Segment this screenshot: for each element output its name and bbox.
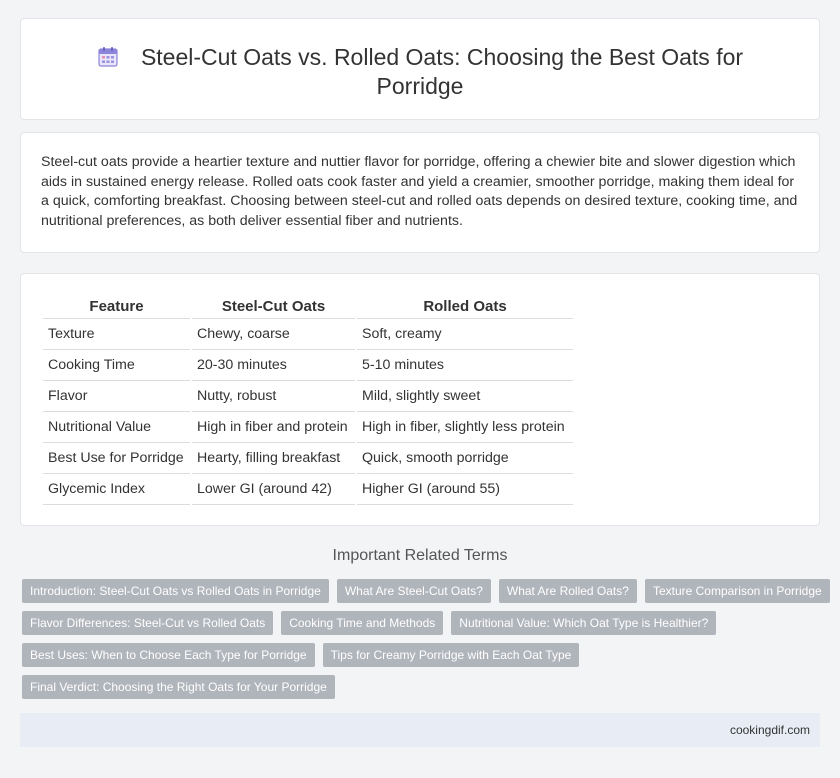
related-term-tag[interactable]: Tips for Creamy Porridge with Each Oat T…: [322, 643, 580, 667]
header-card: Steel-Cut Oats vs. Rolled Oats: Choosing…: [20, 18, 820, 120]
table-cell: Best Use for Porridge: [43, 442, 191, 474]
table-cell: Nutritional Value: [43, 411, 191, 443]
table-cell: High in fiber and protein: [190, 411, 356, 443]
page-title: Steel-Cut Oats vs. Rolled Oats: Choosing…: [80, 43, 760, 101]
footer-site-link[interactable]: cookingdif.com: [730, 723, 810, 737]
table-cell: Lower GI (around 42): [190, 473, 356, 505]
table-cell: Mild, slightly sweet: [355, 380, 573, 412]
table-row: Best Use for Porridge Hearty, filling br…: [43, 442, 573, 474]
table-row: Glycemic Index Lower GI (around 42) High…: [43, 473, 573, 505]
intro-card: Steel-cut oats provide a heartier textur…: [20, 132, 820, 253]
table-row: Cooking Time 20-30 minutes 5-10 minutes: [43, 349, 573, 381]
related-term-tag[interactable]: Cooking Time and Methods: [281, 611, 444, 635]
table-row: Texture Chewy, coarse Soft, creamy: [43, 318, 573, 350]
intro-paragraph: Steel-cut oats provide a heartier textur…: [41, 154, 798, 229]
table-header-row: Feature Steel-Cut Oats Rolled Oats: [43, 296, 573, 319]
related-term-tag[interactable]: Final Verdict: Choosing the Right Oats f…: [22, 675, 335, 699]
header-feature: Feature: [43, 296, 191, 319]
related-term-tag[interactable]: Best Uses: When to Choose Each Type for …: [22, 643, 315, 667]
table-row: Flavor Nutty, robust Mild, slightly swee…: [43, 380, 573, 412]
related-term-tag[interactable]: Flavor Differences: Steel-Cut vs Rolled …: [22, 611, 274, 635]
page-title-text: Steel-Cut Oats vs. Rolled Oats: Choosing…: [140, 44, 744, 99]
footer: cookingdif.com: [20, 713, 820, 747]
table-cell: Quick, smooth porridge: [355, 442, 573, 474]
related-term-tag[interactable]: What Are Steel-Cut Oats?: [336, 579, 491, 603]
tag-row: Introduction: Steel-Cut Oats vs Rolled O…: [22, 579, 830, 603]
table-cell: 5-10 minutes: [355, 349, 573, 381]
comparison-card: Feature Steel-Cut Oats Rolled Oats Textu…: [20, 273, 820, 526]
related-terms-tags: Introduction: Steel-Cut Oats vs Rolled O…: [22, 579, 830, 707]
related-term-tag[interactable]: What Are Rolled Oats?: [498, 579, 637, 603]
table-cell: Cooking Time: [43, 349, 191, 381]
header-rolled: Rolled Oats: [355, 296, 573, 319]
table-cell: Flavor: [43, 380, 191, 412]
table-cell: Hearty, filling breakfast: [190, 442, 356, 474]
related-term-tag[interactable]: Introduction: Steel-Cut Oats vs Rolled O…: [22, 579, 329, 603]
tag-row: Final Verdict: Choosing the Right Oats f…: [22, 675, 822, 699]
table-cell: Chewy, coarse: [190, 318, 356, 350]
table-cell: Glycemic Index: [43, 473, 191, 505]
related-term-tag[interactable]: Nutritional Value: Which Oat Type is Hea…: [451, 611, 717, 635]
table-cell: Nutty, robust: [190, 380, 356, 412]
related-terms-heading: Important Related Terms: [332, 547, 508, 564]
tag-row: Best Uses: When to Choose Each Type for …: [22, 643, 822, 667]
table-cell: Soft, creamy: [355, 318, 573, 350]
tag-row: Flavor Differences: Steel-Cut vs Rolled …: [22, 611, 822, 635]
table-row: Nutritional Value High in fiber and prot…: [43, 411, 573, 443]
comparison-table: Feature Steel-Cut Oats Rolled Oats Textu…: [43, 296, 573, 505]
header-steel-cut: Steel-Cut Oats: [190, 296, 356, 319]
table-cell: 20-30 minutes: [190, 349, 356, 381]
calendar-icon: [98, 47, 118, 67]
table-cell: Texture: [43, 318, 191, 350]
table-cell: Higher GI (around 55): [355, 473, 573, 505]
table-cell: High in fiber, slightly less protein: [355, 411, 573, 443]
related-term-tag[interactable]: Texture Comparison in Porridge: [644, 579, 830, 603]
